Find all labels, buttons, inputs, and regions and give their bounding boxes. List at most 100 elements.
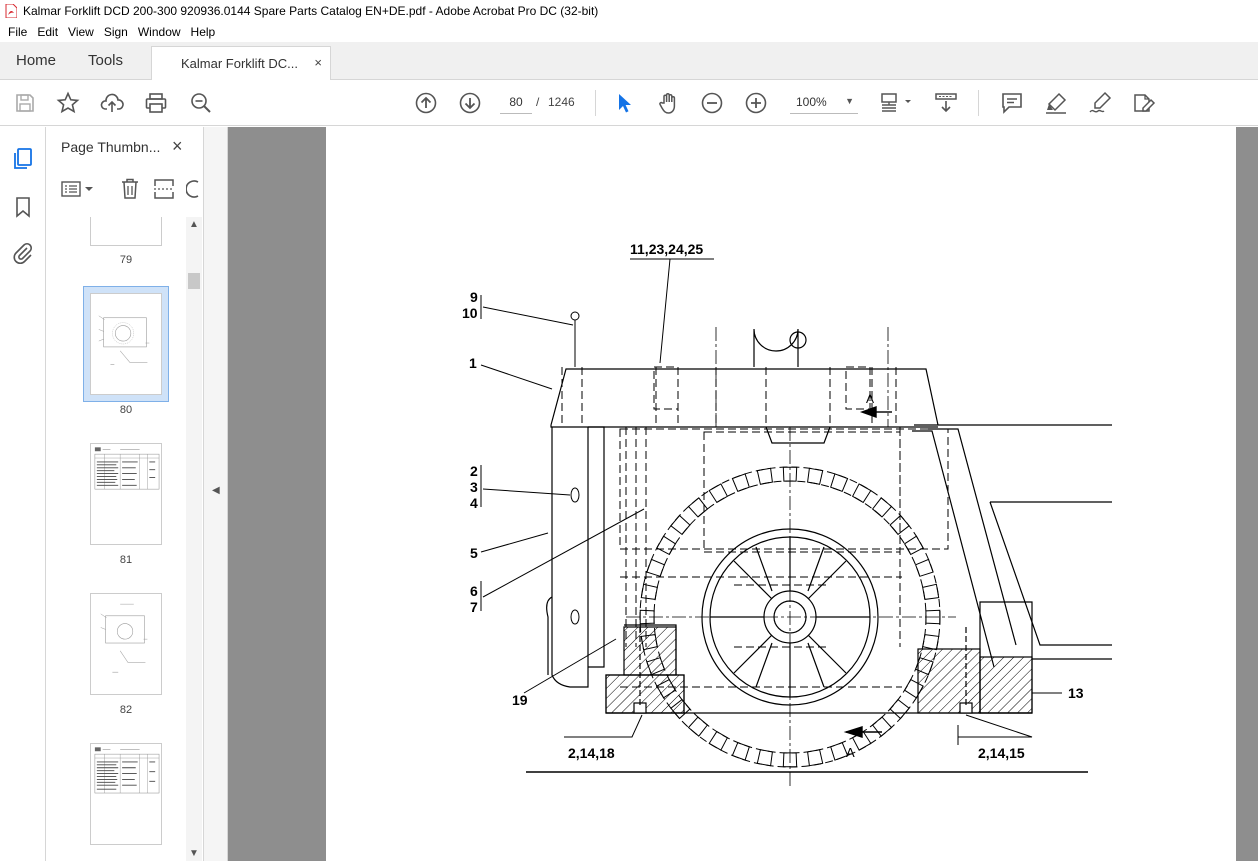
thumbnail-page-selected[interactable] [90, 293, 162, 395]
tab-tools[interactable]: Tools [88, 42, 123, 80]
acrobat-app-icon [5, 4, 17, 18]
zoom-dropdown[interactable]: 100% ▼ [790, 90, 858, 114]
edit-pdf-icon[interactable] [1132, 91, 1156, 115]
gear-tooth [656, 535, 677, 556]
document-tab-label: Kalmar Forklift DC... [181, 56, 299, 71]
gear-tooth [922, 634, 940, 651]
page-thumbnails-icon[interactable] [11, 147, 35, 171]
menu-bar: File Edit View Sign Window Help [0, 22, 1258, 42]
tab-bar: Home Tools Kalmar Forklift DC... × [0, 42, 1258, 81]
callout-label: 4 [470, 495, 478, 511]
thumbnail-scrollbar[interactable]: ▲ ▼ [186, 217, 202, 861]
highlight-icon[interactable] [1044, 91, 1068, 115]
page-display-icon[interactable] [878, 91, 914, 115]
page-separator: / [536, 95, 540, 109]
callout-label: 5 [470, 545, 478, 561]
print-icon[interactable] [144, 91, 168, 115]
left-navigation-rail [0, 127, 46, 861]
select-arrow-icon[interactable] [612, 91, 636, 115]
gear-tooth [708, 730, 729, 751]
scroll-down-icon[interactable]: ▼ [189, 848, 199, 859]
thumbnail-options-icon[interactable] [60, 179, 94, 199]
scroll-mode-icon[interactable] [934, 91, 958, 115]
page-number-input[interactable] [500, 90, 532, 114]
toolbar-divider [978, 90, 979, 116]
pdf-page: 11,23,24,25 9 10 1 2 3 4 5 6 7 19 13 2,1… [326, 127, 1236, 861]
menu-help[interactable]: Help [186, 25, 221, 39]
callout-label: 7 [470, 599, 478, 615]
panel-title: Page Thumbn... [61, 139, 161, 155]
tab-document[interactable]: Kalmar Forklift DC... × [151, 46, 331, 81]
scroll-up-icon[interactable]: ▲ [189, 219, 199, 230]
gear-tooth [756, 467, 773, 485]
star-icon[interactable] [56, 91, 80, 115]
comment-icon[interactable] [1000, 91, 1024, 115]
sign-icon[interactable] [1088, 91, 1112, 115]
chevron-down-icon: ▼ [845, 96, 854, 106]
gear-tooth [851, 483, 872, 504]
thumbnail-page[interactable] [90, 443, 162, 545]
callout-label: 2 [470, 463, 478, 479]
menu-window[interactable]: Window [133, 25, 186, 39]
thumbnail-page-number: 82 [119, 704, 133, 716]
panel-collapse-strip[interactable]: ◀ [204, 127, 228, 861]
gear-tooth [807, 467, 824, 485]
menu-view[interactable]: View [63, 25, 99, 39]
total-pages: 1246 [548, 95, 575, 109]
gear-tooth [903, 535, 924, 556]
callout-label: 6 [470, 583, 478, 599]
thumbnail-page[interactable] [90, 593, 162, 695]
page-thumbnails-panel: Page Thumbn... × 79 80 81 82 ▲ ▼ [46, 127, 204, 861]
thumbnail-list: 79 80 81 82 [46, 217, 186, 861]
page-up-icon[interactable] [414, 91, 438, 115]
gear-tooth [871, 497, 893, 518]
window-title: Kalmar Forklift DCD 200-300 920936.0144 … [23, 4, 599, 18]
gear-tooth [889, 698, 910, 720]
gear-tooth [830, 473, 849, 493]
toolbar: / 1246 100% ▼ [0, 80, 1258, 126]
upload-icon[interactable] [100, 91, 124, 115]
gear-tooth [914, 558, 934, 577]
page-down-icon[interactable] [458, 91, 482, 115]
callout-label: 3 [470, 479, 478, 495]
thumbnail-parts-table [94, 447, 160, 490]
save-icon[interactable] [13, 91, 37, 115]
extract-pages-icon[interactable] [152, 177, 176, 201]
thumbnail-page[interactable] [90, 217, 162, 246]
zoom-search-icon[interactable] [189, 91, 213, 115]
gear-tooth [687, 497, 709, 518]
gear-tooth [640, 583, 658, 600]
zoom-out-icon[interactable] [700, 91, 724, 115]
menu-file[interactable]: File [3, 25, 32, 39]
gear-tooth [731, 741, 750, 761]
document-view[interactable]: 11,23,24,25 9 10 1 2 3 4 5 6 7 19 13 2,1… [228, 127, 1258, 861]
menu-edit[interactable]: Edit [32, 25, 63, 39]
collapse-panel-icon[interactable]: ◀ [212, 485, 220, 496]
title-bar: Kalmar Forklift DCD 200-300 920936.0144 … [0, 0, 1258, 22]
gear-tooth [731, 473, 750, 493]
bookmark-icon[interactable] [11, 195, 35, 219]
close-panel-icon[interactable]: × [172, 136, 183, 157]
gear-tooth [670, 514, 691, 536]
callout-label: 19 [512, 692, 528, 708]
zoom-value: 100% [796, 95, 827, 109]
callout-label: 2,14,18 [568, 745, 615, 761]
thumbnail-drawing [98, 315, 150, 365]
tab-home[interactable]: Home [16, 42, 56, 80]
callout-label: 2,14,15 [978, 745, 1025, 761]
hand-icon[interactable] [656, 91, 680, 115]
thumbnail-parts-table [94, 747, 160, 794]
callout-label: 11,23,24,25 [630, 241, 703, 257]
thumbnail-page-number: 81 [119, 554, 133, 566]
thumbnail-page[interactable] [90, 743, 162, 845]
attachment-icon[interactable] [11, 241, 35, 265]
thumbnail-page-number: 79 [119, 254, 133, 266]
zoom-in-icon[interactable] [744, 91, 768, 115]
gear-tooth [807, 749, 824, 767]
delete-icon[interactable] [119, 177, 141, 201]
scrollbar-thumb[interactable] [188, 273, 200, 289]
close-tab-icon[interactable]: × [314, 55, 322, 70]
menu-sign[interactable]: Sign [99, 25, 133, 39]
technical-drawing: 11,23,24,25 9 10 1 2 3 4 5 6 7 19 13 2,1… [462, 241, 1112, 787]
rotate-icon[interactable] [186, 177, 200, 201]
